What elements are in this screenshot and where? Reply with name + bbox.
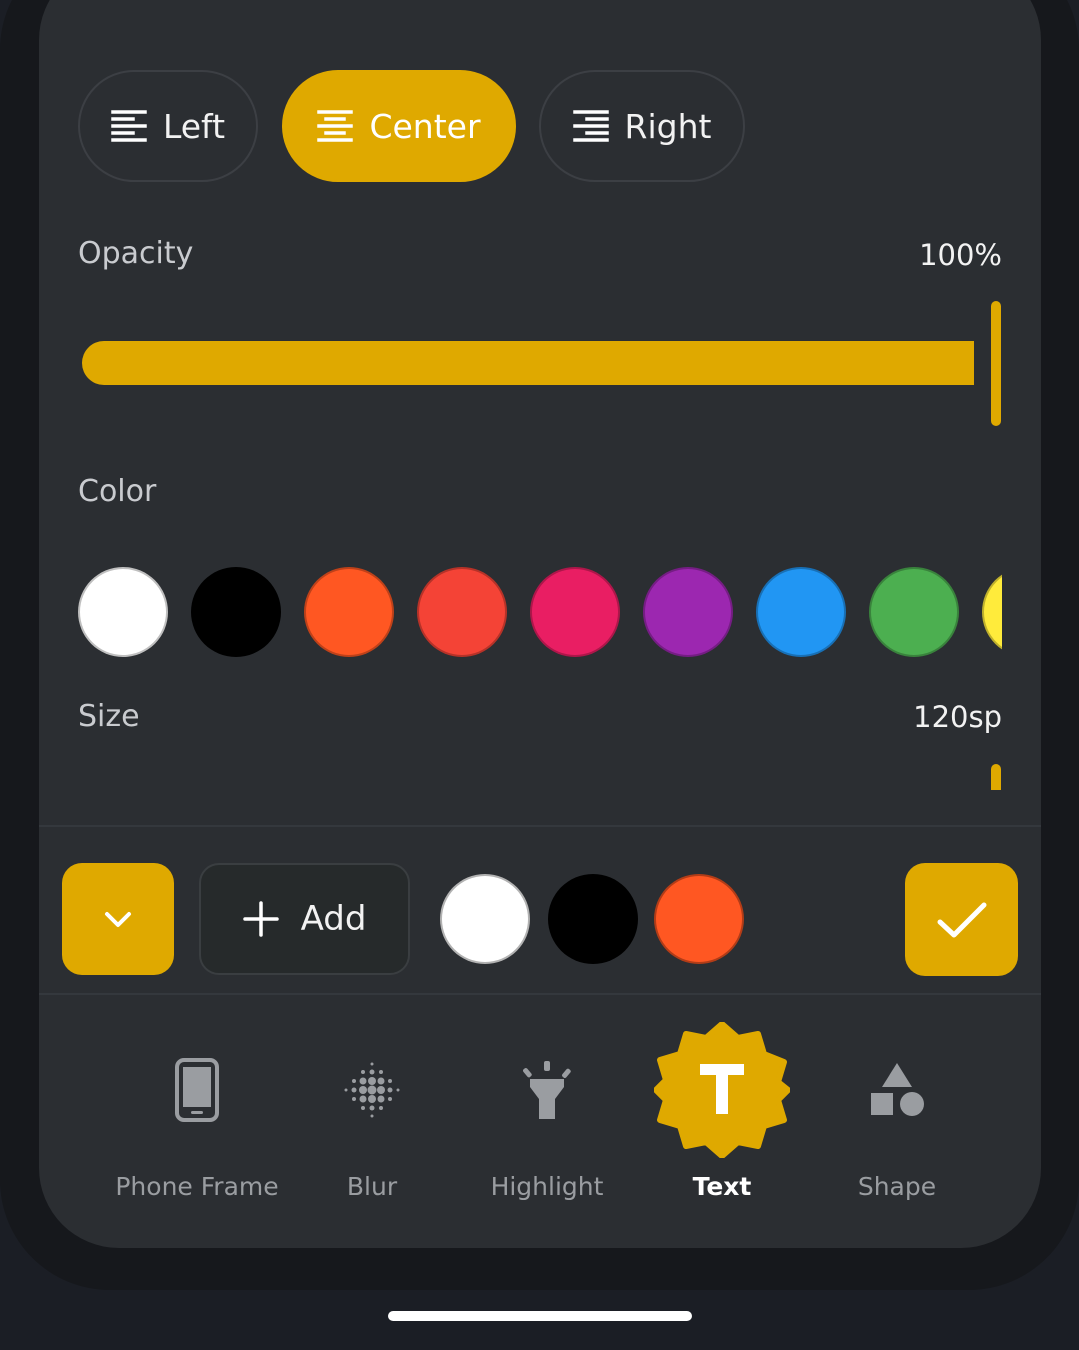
tool-shape[interactable]: Shape <box>797 1020 997 1220</box>
color-swatch-black[interactable] <box>191 567 281 657</box>
tool-blur[interactable]: Blur <box>272 1020 472 1220</box>
align-left-label: Left <box>162 106 226 146</box>
plus-icon <box>242 901 279 937</box>
home-indicator[interactable] <box>388 1311 692 1321</box>
color-swatch-pink[interactable] <box>530 567 620 657</box>
tool-highlight[interactable]: Highlight <box>447 1020 647 1220</box>
tool-label: Phone Frame <box>115 1172 279 1201</box>
size-label: Size <box>78 699 140 734</box>
color-swatch-blue[interactable] <box>756 567 846 657</box>
recent-color-orange[interactable] <box>654 874 744 964</box>
checkmark-icon <box>937 902 986 937</box>
size-value: 120sp <box>913 700 1002 734</box>
add-label: Add <box>300 899 367 939</box>
tool-label: Shape <box>857 1172 937 1201</box>
text-editor-panel: Left Center Right Opacity 100% Color Siz… <box>39 0 1041 1248</box>
blur-icon <box>344 1062 400 1118</box>
confirm-button[interactable] <box>905 863 1018 976</box>
align-center-icon <box>317 110 354 142</box>
align-center-button[interactable]: Center <box>282 70 516 182</box>
tool-phone-frame[interactable]: Phone Frame <box>97 1020 297 1220</box>
collapse-button[interactable] <box>62 863 174 975</box>
color-swatch-purple[interactable] <box>643 567 733 657</box>
recent-color-white[interactable] <box>440 874 530 964</box>
align-left-button[interactable]: Left <box>78 70 258 182</box>
align-left-icon <box>111 110 147 142</box>
opacity-slider-handle[interactable] <box>991 301 1001 426</box>
align-center-label: Center <box>369 106 481 146</box>
color-swatch-list <box>78 566 1002 658</box>
tool-text[interactable]: Text <box>622 1020 822 1220</box>
align-right-button[interactable]: Right <box>539 70 745 182</box>
color-swatch-red[interactable] <box>417 567 507 657</box>
opacity-value: 100% <box>919 238 1002 272</box>
align-right-label: Right <box>624 106 712 146</box>
color-label: Color <box>78 474 157 509</box>
color-swatch-orange[interactable] <box>304 567 394 657</box>
phone-icon <box>175 1058 219 1122</box>
flashlight-icon <box>523 1061 571 1119</box>
text-icon <box>654 1022 790 1158</box>
chevron-down-icon <box>105 912 131 927</box>
align-right-icon <box>572 110 609 142</box>
add-text-button[interactable]: Add <box>199 863 410 975</box>
tool-label: Highlight <box>490 1172 604 1201</box>
tool-partial[interactable]: A <box>972 1020 1041 1220</box>
shape-icon <box>871 1063 924 1116</box>
color-swatch-green[interactable] <box>869 567 959 657</box>
opacity-slider-track[interactable] <box>82 341 974 385</box>
opacity-label: Opacity <box>78 236 194 271</box>
recent-color-black[interactable] <box>548 874 638 964</box>
divider <box>39 993 1041 995</box>
tool-label: Blur <box>346 1172 398 1201</box>
size-slider-handle[interactable] <box>991 764 1001 790</box>
divider <box>39 825 1041 827</box>
color-swatch-white[interactable] <box>78 567 168 657</box>
color-swatch-yellow[interactable] <box>982 567 1002 657</box>
tool-label: Text <box>692 1172 752 1201</box>
